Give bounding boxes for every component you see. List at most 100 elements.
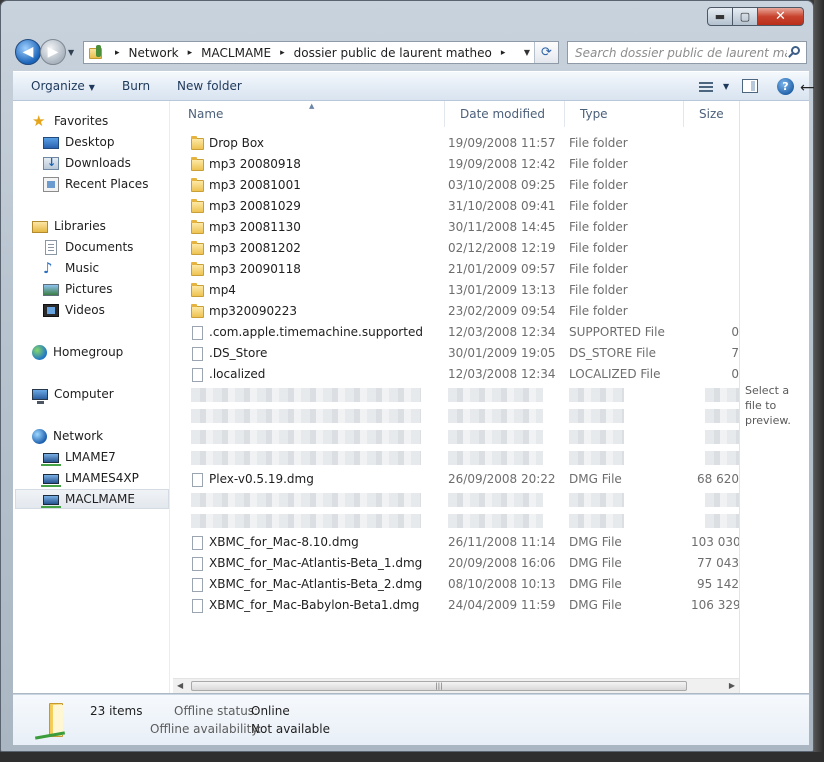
table-row[interactable]: .com.apple.timemachine.supported 12/03/20… — [173, 322, 739, 343]
sidebar-item-label: Homegroup — [53, 345, 124, 359]
column-header-label: Date modified — [460, 107, 546, 121]
caption-buttons: ▬ ▢ ✕ — [707, 7, 804, 26]
forward-button[interactable]: ▶ — [40, 39, 66, 65]
preview-pane-icon[interactable] — [742, 79, 758, 93]
sidebar-libraries[interactable]: Libraries — [32, 216, 106, 236]
table-row[interactable]: XBMC_for_Mac-Atlantis-Beta_2.dmg 08/10/20… — [173, 574, 739, 595]
sidebar-item-label: LMAMES4XP — [65, 471, 139, 485]
maximize-button[interactable]: ▢ — [733, 7, 758, 26]
command-bar: Organize ▼ Burn New folder ▼ ? — [13, 71, 809, 101]
table-row[interactable]: Drop Box 19/09/2008 11:57 File folder — [173, 133, 739, 154]
sidebar-computer[interactable]: Computer — [32, 384, 114, 404]
breadcrumb-separator-icon[interactable]: ▸ — [188, 48, 193, 58]
date-modified-cell: 26/09/2008 20:22 — [448, 472, 556, 486]
table-row[interactable] — [173, 511, 739, 532]
address-bar[interactable]: ▸ Network ▸ MACLMAME ▸ dossier public de… — [83, 41, 559, 64]
breadcrumb-separator-icon[interactable]: ▸ — [501, 48, 506, 58]
burn-button[interactable]: Burn — [122, 79, 150, 93]
column-header-size[interactable]: Size — [684, 101, 739, 127]
search-input[interactable]: Search dossier public de laurent matheo — [575, 46, 787, 60]
sidebar-item-maclmame[interactable]: MACLMAME — [15, 489, 169, 509]
sidebar-item-label: MACLMAME — [65, 492, 135, 506]
table-row[interactable]: .localized 12/03/2008 12:34 LOCALIZED File… — [173, 364, 739, 385]
redacted-cell — [569, 430, 624, 444]
table-row[interactable]: XBMC_for_Mac-8.10.dmg 26/11/2008 11:14 DMG… — [173, 532, 739, 553]
search-box[interactable]: Search dossier public de laurent matheo — [567, 41, 807, 64]
breadcrumb-separator-icon[interactable]: ▸ — [115, 48, 120, 58]
sidebar-homegroup[interactable]: Homegroup — [32, 342, 123, 362]
sidebar-item-videos[interactable]: Videos — [43, 300, 105, 320]
views-icon[interactable] — [699, 82, 713, 92]
redacted-cell — [705, 409, 739, 423]
table-row[interactable] — [173, 490, 739, 511]
table-row[interactable]: .DS_Store 30/01/2009 19:05 DS_STORE File 7 — [173, 343, 739, 364]
details-pane: 23 items Offline status: Online Offline … — [13, 694, 809, 745]
sidebar-item-label: Network — [53, 429, 104, 443]
refresh-icon[interactable]: ⟳ — [534, 42, 558, 63]
star-icon: ★ — [32, 111, 46, 130]
date-modified-cell: 31/10/2008 09:41 — [448, 199, 556, 213]
size-cell: 106 329 — [691, 598, 739, 612]
breadcrumb-network[interactable]: Network — [129, 46, 179, 60]
sidebar-item-lmame7[interactable]: LMAME7 — [41, 447, 116, 467]
sidebar-item-pictures[interactable]: Pictures — [43, 279, 113, 299]
table-row[interactable] — [173, 448, 739, 469]
table-row[interactable]: Plex-v0.5.19.dmg 26/09/2008 20:22 DMG File… — [173, 469, 739, 490]
sidebar-item-music[interactable]: ♪ Music — [43, 258, 99, 278]
videos-icon — [43, 303, 59, 317]
column-header-name[interactable]: Name ▲ — [173, 101, 445, 127]
table-row[interactable]: mp3 20080918 19/09/2008 12:42 File folder — [173, 154, 739, 175]
folder-icon — [191, 156, 204, 171]
minimize-button[interactable]: ▬ — [707, 7, 733, 26]
sidebar-favorites[interactable]: ★ Favorites — [32, 111, 108, 131]
table-row[interactable]: XBMC_for_Mac-Babylon-Beta1.dmg 24/04/2009… — [173, 595, 739, 616]
help-icon[interactable]: ? — [777, 78, 794, 95]
table-row[interactable]: mp320090223 23/02/2009 09:54 File folder — [173, 301, 739, 322]
search-icon[interactable] — [787, 45, 802, 60]
address-dropdown-icon[interactable]: ▼ — [524, 48, 530, 57]
table-row[interactable]: mp3 20081001 03/10/2008 09:25 File folder — [173, 175, 739, 196]
table-row[interactable] — [173, 385, 739, 406]
table-row[interactable] — [173, 427, 739, 448]
file-name: mp3 20081029 — [209, 199, 301, 213]
views-dropdown-icon[interactable]: ▼ — [723, 82, 729, 91]
type-cell: File folder — [569, 157, 628, 171]
sidebar-item-downloads[interactable]: Downloads — [43, 153, 131, 173]
sidebar-network[interactable]: Network — [32, 426, 103, 446]
folder-icon — [191, 198, 204, 213]
size-cell — [691, 156, 739, 173]
organize-button[interactable]: Organize ▼ — [31, 79, 95, 93]
table-row[interactable]: mp3 20081202 02/12/2008 12:19 File folder — [173, 238, 739, 259]
table-row[interactable]: mp3 20081130 30/11/2008 14:45 File folder — [173, 217, 739, 238]
sidebar-item-recent-places[interactable]: Recent Places — [43, 174, 148, 194]
redacted-cell — [448, 493, 543, 507]
shared-folder-icon — [31, 701, 71, 741]
sidebar-item-desktop[interactable]: Desktop — [43, 132, 115, 152]
table-row[interactable]: XBMC_for_Mac-Atlantis-Beta_1.dmg 20/09/20… — [173, 553, 739, 574]
back-button[interactable]: ◀ — [15, 39, 41, 65]
new-folder-button[interactable]: New folder — [177, 79, 242, 93]
column-header-type[interactable]: Type — [565, 101, 684, 127]
horizontal-scrollbar[interactable]: ◀ ||| ▶ — [173, 678, 739, 693]
breadcrumb-maclmame[interactable]: MACLMAME — [201, 46, 271, 60]
column-header-date[interactable]: Date modified — [445, 101, 565, 127]
size-cell — [691, 303, 739, 320]
breadcrumb-public-folder[interactable]: dossier public de laurent matheo — [294, 46, 492, 60]
table-row[interactable]: mp3 20090118 21/01/2009 09:57 File folder — [173, 259, 739, 280]
breadcrumb-separator-icon[interactable]: ▸ — [280, 48, 285, 58]
scroll-right-icon[interactable]: ▶ — [729, 681, 735, 690]
navigation-buttons: ◀ ▶ ▼ — [15, 39, 74, 65]
scroll-left-icon[interactable]: ◀ — [177, 681, 183, 690]
file-name-cell: .com.apple.timemachine.supported — [191, 324, 445, 341]
close-button[interactable]: ✕ — [758, 7, 804, 26]
table-row[interactable] — [173, 406, 739, 427]
recent-pages-dropdown-icon[interactable]: ▼ — [68, 48, 74, 57]
table-row[interactable]: mp3 20081029 31/10/2008 09:41 File folder — [173, 196, 739, 217]
offline-availability-value: Not available — [251, 722, 331, 736]
sidebar-item-lmames4xp[interactable]: LMAMES4XP — [41, 468, 139, 488]
redacted-cell — [191, 388, 421, 402]
table-row[interactable]: mp4 13/01/2009 13:13 File folder — [173, 280, 739, 301]
downloads-icon — [43, 156, 59, 170]
sidebar-item-documents[interactable]: Documents — [43, 237, 133, 257]
scrollbar-thumb[interactable]: ||| — [191, 681, 687, 691]
